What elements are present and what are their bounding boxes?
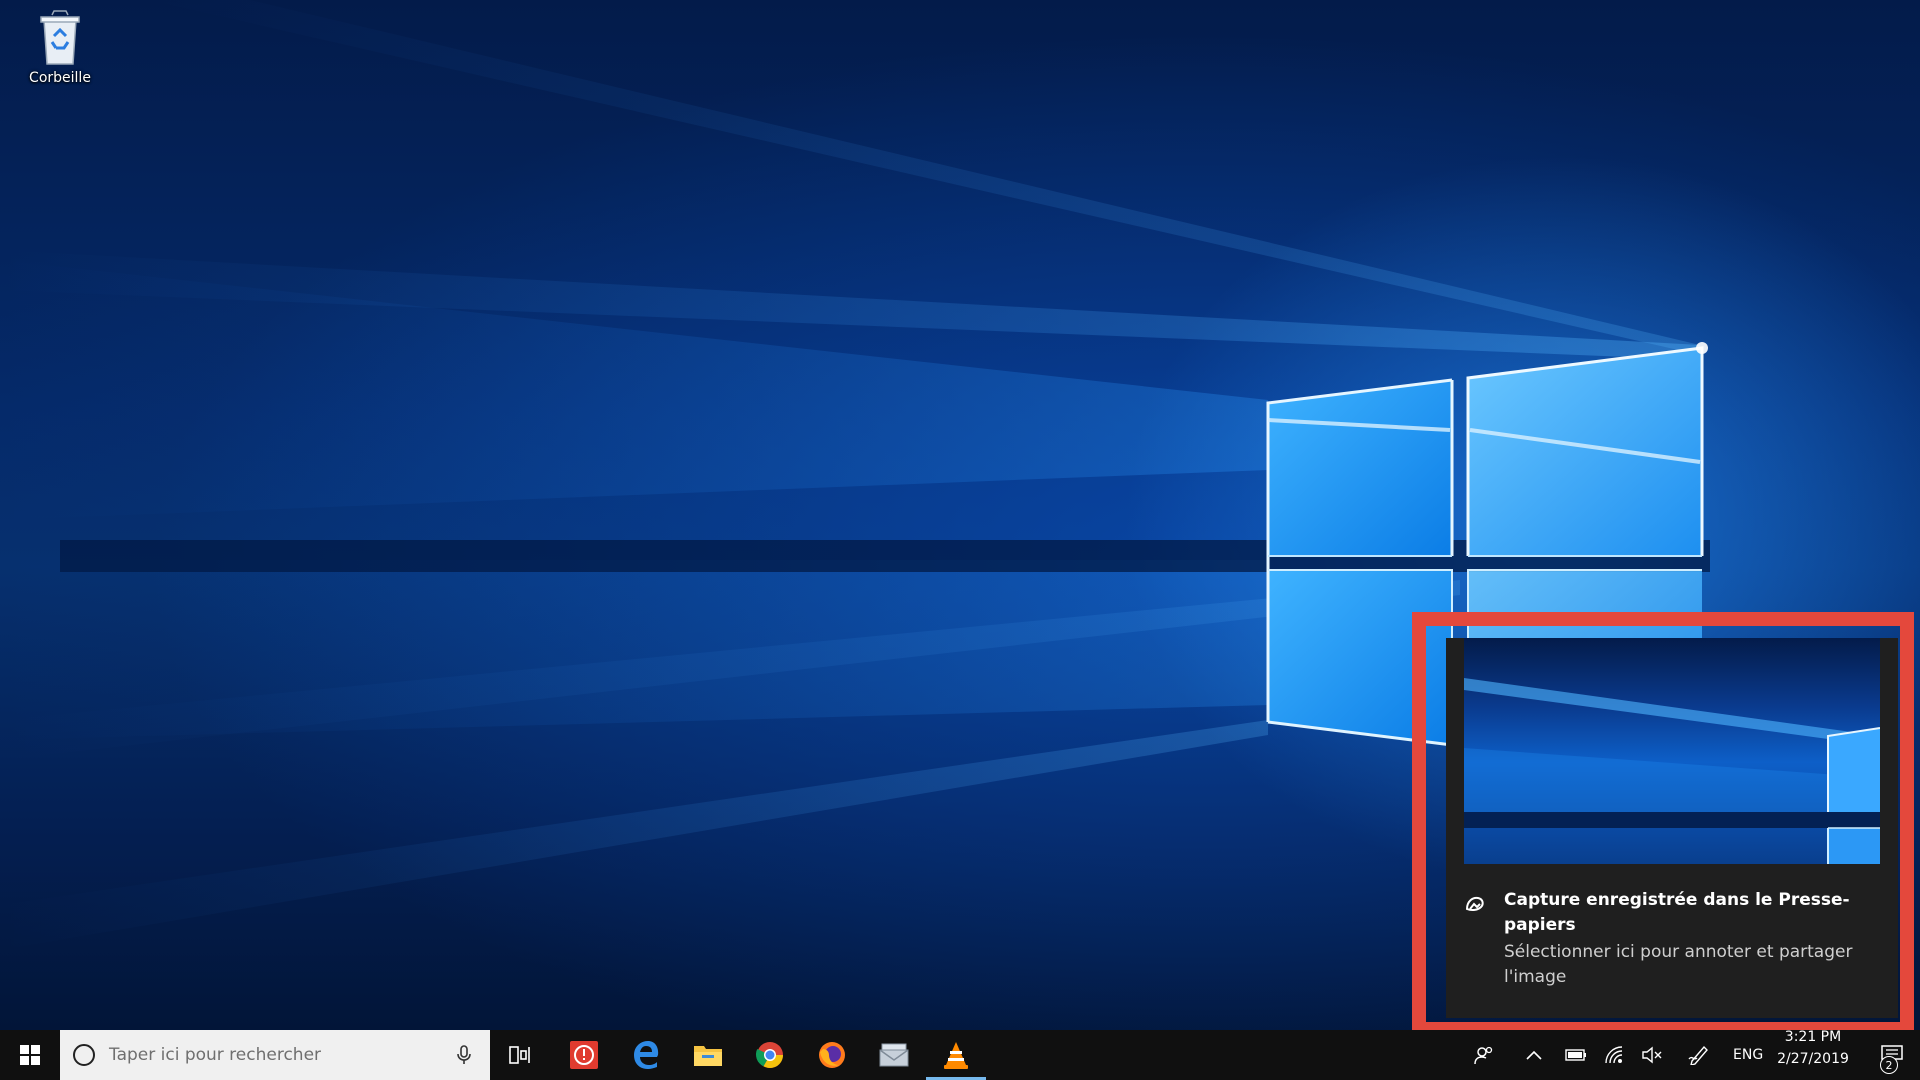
firefox-icon bbox=[819, 1042, 845, 1068]
recycle-bin-icon bbox=[34, 8, 86, 68]
taskbar-app-chrome[interactable] bbox=[740, 1030, 800, 1080]
start-button[interactable] bbox=[0, 1030, 60, 1080]
tray-overflow-button[interactable] bbox=[1516, 1030, 1552, 1080]
taskbar-app-mail[interactable] bbox=[864, 1030, 924, 1080]
tray-pen-button[interactable] bbox=[1681, 1030, 1717, 1080]
app-red-icon bbox=[570, 1041, 598, 1069]
input-language-indicator[interactable]: ENG bbox=[1733, 1030, 1763, 1080]
taskbar-app-file-explorer[interactable] bbox=[678, 1030, 738, 1080]
chevron-up-icon bbox=[1526, 1050, 1542, 1060]
windows-logo-icon bbox=[20, 1045, 40, 1065]
mail-icon bbox=[879, 1043, 909, 1067]
capture-preview-image[interactable] bbox=[1464, 638, 1880, 864]
wifi-icon bbox=[1605, 1046, 1623, 1064]
taskbar-app-edge[interactable] bbox=[616, 1030, 676, 1080]
desktop-icon-recycle-bin[interactable]: Corbeille bbox=[18, 8, 102, 86]
people-icon bbox=[1474, 1046, 1493, 1065]
notification-count-badge: 2 bbox=[1880, 1056, 1898, 1074]
tray-volume-button[interactable] bbox=[1634, 1030, 1670, 1080]
cortana-icon bbox=[73, 1044, 95, 1066]
task-view-icon bbox=[509, 1046, 530, 1064]
battery-icon bbox=[1565, 1049, 1586, 1061]
file-explorer-icon bbox=[694, 1046, 722, 1066]
chrome-icon bbox=[755, 1042, 784, 1069]
vlc-icon bbox=[944, 1042, 968, 1069]
snip-sketch-icon bbox=[1464, 894, 1486, 916]
volume-muted-icon bbox=[1642, 1046, 1662, 1064]
taskbar-app-firefox[interactable] bbox=[802, 1030, 862, 1080]
taskbar: Taper ici pour rechercher ENG 3:21 PM 2/… bbox=[0, 1029, 1920, 1080]
desktop-icon-label: Corbeille bbox=[29, 70, 91, 86]
taskbar-app-red[interactable] bbox=[554, 1030, 614, 1080]
clock-time: 3:21 PM bbox=[1784, 1029, 1842, 1045]
search-box[interactable]: Taper ici pour rechercher bbox=[60, 1030, 490, 1080]
tray-battery-button[interactable] bbox=[1558, 1030, 1594, 1080]
snip-toast-notification[interactable]: Capture enregistrée dans le Presse-papie… bbox=[1446, 638, 1898, 1018]
taskbar-clock[interactable]: 3:21 PM 2/27/2019 bbox=[1768, 1029, 1858, 1080]
tray-people-button[interactable] bbox=[1466, 1030, 1502, 1080]
taskbar-app-vlc[interactable] bbox=[926, 1030, 986, 1080]
task-view-button[interactable] bbox=[490, 1030, 550, 1080]
search-placeholder: Taper ici pour rechercher bbox=[109, 1045, 322, 1065]
microphone-icon[interactable] bbox=[452, 1043, 476, 1067]
tray-network-button[interactable] bbox=[1596, 1030, 1632, 1080]
toast-body: Sélectionner ici pour annoter et partage… bbox=[1504, 942, 1853, 987]
toast-title: Capture enregistrée dans le Presse-papie… bbox=[1504, 890, 1850, 935]
clock-date: 2/27/2019 bbox=[1777, 1051, 1849, 1067]
edge-icon bbox=[634, 1041, 659, 1069]
pen-workspace-icon bbox=[1688, 1045, 1708, 1065]
